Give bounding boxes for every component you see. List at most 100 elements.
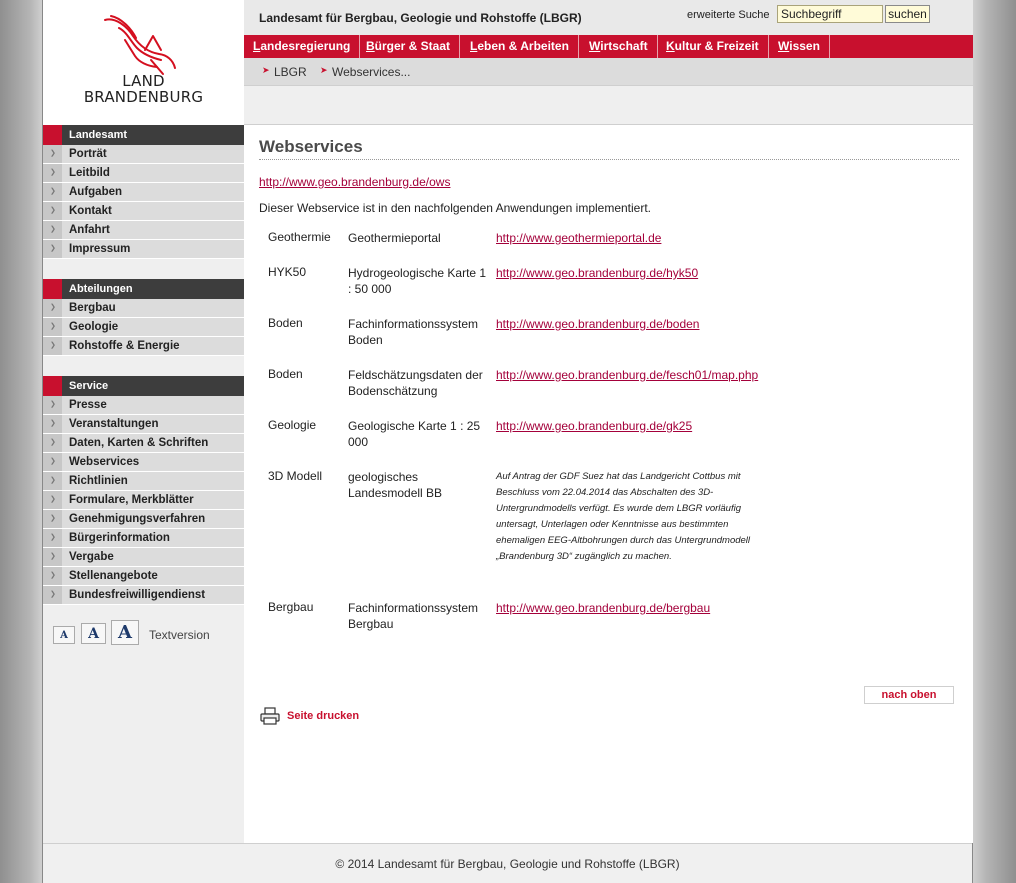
sidebar-item-label: Porträt	[69, 148, 107, 160]
mainnav-item-label: irtschaft	[600, 39, 648, 53]
sidebar-item[interactable]: ❯ Richtlinien	[43, 472, 244, 491]
mainnav-item-4[interactable]: Kultur & Freizeit	[657, 35, 769, 58]
search-button[interactable]: suchen	[885, 5, 930, 23]
sidebar-item[interactable]: ❯ Geologie	[43, 318, 244, 337]
row-link[interactable]: http://www.geo.brandenburg.de/boden	[496, 316, 699, 332]
sidebar-item-label: Kontakt	[69, 205, 112, 217]
sidebar-item[interactable]: ❯ Webservices	[43, 453, 244, 472]
sidebar-item-label: Veranstaltungen	[69, 418, 159, 430]
chevron-right-icon: ❯	[50, 304, 56, 311]
sidebar-item-label: Impressum	[69, 243, 131, 255]
mainnav-item-label: ultur & Freizeit	[674, 39, 759, 53]
sidebar-item[interactable]: ❯ Vergabe	[43, 548, 244, 567]
breadcrumb-item-lbgr[interactable]: LBGR	[274, 65, 307, 79]
footer: © 2014 Landesamt für Bergbau, Geologie u…	[43, 843, 972, 883]
mainnav-item-3[interactable]: Wirtschaft	[580, 35, 658, 58]
chevron-right-icon: ❯	[50, 342, 56, 349]
sidebar-item[interactable]: ❯ Porträt	[43, 145, 244, 164]
brandenburg-logo[interactable]: LAND BRANDENBURG	[43, 0, 244, 125]
row-topic: Bergbau	[268, 600, 314, 614]
sidebar-item-label: Bergbau	[69, 302, 116, 314]
chevron-right-icon: ❯	[50, 515, 56, 522]
mainnav-item-accesskey: B	[366, 39, 375, 53]
sidebar-item[interactable]: ❯ Bergbau	[43, 299, 244, 318]
intro-text: Dieser Webservice ist in den nachfolgend…	[259, 201, 652, 215]
chevron-right-icon: ❯	[50, 188, 56, 195]
row-link[interactable]: http://www.geo.brandenburg.de/bergbau	[496, 600, 710, 616]
chevron-right-icon: ❯	[50, 401, 56, 408]
sidebar-item[interactable]: ❯ Leitbild	[43, 164, 244, 183]
row-link[interactable]: http://www.geothermieportal.de	[496, 230, 661, 246]
search-input[interactable]	[777, 5, 883, 23]
footer-copyright: © 2014 Landesamt für Bergbau, Geologie u…	[43, 857, 972, 871]
sidebar-item[interactable]: ❯ Anfahrt	[43, 221, 244, 240]
sidebar-item-label: Aufgaben	[69, 186, 123, 198]
textversion-link[interactable]: Textversion	[149, 628, 210, 642]
main-content: Webservices http://www.geo.brandenburg.d…	[244, 125, 973, 843]
row-link[interactable]: http://www.geo.brandenburg.de/gk25	[496, 418, 692, 434]
chevron-right-icon: ❯	[50, 496, 56, 503]
sidebar-item[interactable]: ❯ Genehmigungsverfahren	[43, 510, 244, 529]
sidebar-item[interactable]: ❯ Presse	[43, 396, 244, 415]
font-size-small-button[interactable]: A	[53, 626, 75, 644]
mainnav-item-accesskey: K	[666, 39, 675, 53]
row-application: Feldschätzungsdaten der Bodenschätzung	[348, 368, 483, 398]
chevron-right-icon: ❯	[50, 323, 56, 330]
row-topic: HYK50	[268, 265, 307, 279]
mainnav-item-2[interactable]: Leben & Arbeiten	[461, 35, 579, 58]
sidebar-section-heading[interactable]: Abteilungen	[43, 279, 244, 299]
row-link[interactable]: http://www.geo.brandenburg.de/hyk50	[496, 265, 698, 281]
sidebar-item[interactable]: ❯ Kontakt	[43, 202, 244, 221]
sidebar-item[interactable]: ❯ Veranstaltungen	[43, 415, 244, 434]
chevron-right-icon: ❯	[50, 439, 56, 446]
sidebar-section-heading[interactable]: Service	[43, 376, 244, 396]
row-topic: 3D Modell	[268, 469, 323, 483]
page-container: LAND BRANDENBURG Landesamt für Bergbau, …	[42, 0, 973, 883]
mainnav-item-label: issen	[789, 39, 820, 53]
sidebar-item[interactable]: ❯ Rohstoffe & Energie	[43, 337, 244, 356]
chevron-right-icon: ❯	[50, 245, 56, 252]
sidebar-item-label: Genehmigungsverfahren	[69, 513, 206, 525]
sidebar: Landesamt ❯ Porträt ❯ Leitbild ❯ Aufgaben ❯ Kont…	[43, 125, 244, 843]
ows-link[interactable]: http://www.geo.brandenburg.de/ows	[259, 175, 450, 189]
sidebar-item-label: Webservices	[69, 456, 140, 468]
chevron-right-icon: ❯	[50, 458, 56, 465]
sidebar-item-label: Bürgerinformation	[69, 532, 170, 544]
mainnav-item-5[interactable]: Wissen	[769, 35, 830, 58]
row-note: Auf Antrag der GDF Suez hat das Landgeri…	[496, 471, 751, 562]
breadcrumb: ➤ LBGR ➤ Webservices...	[244, 58, 973, 85]
print-page-link[interactable]: Seite drucken	[287, 710, 359, 722]
font-size-large-button[interactable]: A	[111, 620, 139, 645]
row-topic: Geothermie	[268, 230, 331, 244]
bullet-arrow-icon: ➤	[262, 65, 270, 75]
row-topic: Geologie	[268, 418, 317, 432]
mainnav-item-0[interactable]: Landesregierung	[244, 35, 361, 58]
back-to-top-button[interactable]: nach oben	[864, 686, 954, 704]
sidebar-item[interactable]: ❯ Impressum	[43, 240, 244, 259]
mainnav-item-1[interactable]: Bürger & Staat	[357, 35, 461, 58]
sidebar-section-heading[interactable]: Landesamt	[43, 125, 244, 145]
extended-search-link[interactable]: erweiterte Suche	[687, 9, 770, 21]
sidebar-item[interactable]: ❯ Bürgerinformation	[43, 529, 244, 548]
printer-icon[interactable]	[260, 707, 280, 725]
mainnav-item-accesskey: W	[778, 39, 790, 53]
eagle-logo-icon	[104, 15, 176, 75]
sidebar-item[interactable]: ❯ Bundesfreiwilligendienst	[43, 586, 244, 605]
sidebar-item[interactable]: ❯ Aufgaben	[43, 183, 244, 202]
sidebar-item[interactable]: ❯ Daten, Karten & Schriften	[43, 434, 244, 453]
site-title: Landesamt für Bergbau, Geologie und Rohs…	[259, 11, 582, 25]
chevron-right-icon: ❯	[50, 591, 56, 598]
chevron-right-icon: ❯	[50, 226, 56, 233]
mainnav-item-label: andesregierung	[260, 39, 351, 53]
row-link[interactable]: http://www.geo.brandenburg.de/fesch01/ma…	[496, 367, 758, 383]
sidebar-item[interactable]: ❯ Stellenangebote	[43, 567, 244, 586]
chevron-right-icon: ❯	[50, 572, 56, 579]
chevron-right-icon: ❯	[50, 534, 56, 541]
mainnav-item-label: ürger & Staat	[374, 39, 451, 53]
mainnav-item-label: eben & Arbeiten	[477, 39, 569, 53]
row-application: Geothermieportal	[348, 231, 441, 245]
bullet-arrow-icon: ➤	[320, 65, 328, 75]
sidebar-item[interactable]: ❯ Formulare, Merkblätter	[43, 491, 244, 510]
font-size-medium-button[interactable]: A	[81, 623, 106, 644]
chevron-right-icon: ❯	[50, 150, 56, 157]
